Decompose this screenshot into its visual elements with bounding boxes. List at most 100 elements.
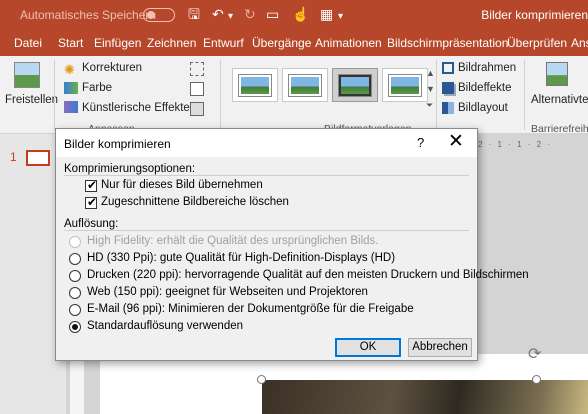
remove-background-icon[interactable] — [14, 62, 40, 88]
tab-uebergaenge[interactable]: Übergänge — [252, 36, 311, 50]
horizontal-ruler: 2 · 1 · 1 · 2 · — [478, 140, 553, 149]
resolution-heading: Auflösung: — [64, 218, 119, 230]
autosave-label: Automatisches Speichern — [20, 8, 157, 22]
delete-cropped-areas-checkbox[interactable]: ✔ Zugeschnittene Bildbereiche löschen — [85, 195, 385, 210]
compress-pictures-dialog: Bilder komprimieren ? ✕ Komprimierungsop… — [55, 128, 529, 361]
resolution-option-high-fidelity[interactable]: High Fidelity: erhält die Qualität des u… — [69, 235, 469, 249]
compress-pictures-icon[interactable] — [190, 62, 204, 76]
picture-style-1[interactable] — [232, 68, 278, 102]
radio-button — [69, 287, 81, 299]
checkbox-box: ✔ — [85, 178, 98, 192]
corrections-icon: ✺ — [64, 62, 75, 77]
radio-label: Standardauflösung verwenden — [87, 320, 244, 332]
picture-style-preview — [289, 75, 321, 96]
close-icon[interactable]: ✕ — [448, 131, 464, 153]
title-bar: Automatisches Speichern 🖫 ↶ ▾ ↻ ▭ ☝ ▦ ▾ … — [0, 0, 588, 30]
radio-label: Drucken (220 ppi): hervorragende Qualitä… — [87, 269, 529, 281]
radio-label: High Fidelity: erhält die Qualität des u… — [87, 235, 379, 247]
selected-picture[interactable] — [262, 380, 588, 414]
touch-mode-icon[interactable]: ☝ — [292, 6, 309, 22]
radio-label: Web (150 ppi): geeignet für Webseiten un… — [87, 286, 368, 298]
resolution-option-print[interactable]: Drucken (220 ppi): hervorragende Qualitä… — [69, 269, 529, 283]
undo-icon[interactable]: ↶ — [212, 6, 224, 22]
gallery-up-icon[interactable]: ▲ — [426, 68, 440, 82]
tab-bildschirmpraesentation[interactable]: Bildschirmpräsentation — [387, 36, 508, 50]
radio-button — [69, 253, 81, 265]
ribbon-divider — [524, 60, 525, 130]
picture-style-preview — [239, 75, 271, 96]
dialog-titlebar: Bilder komprimieren ? ✕ — [56, 129, 477, 157]
ribbon-divider — [220, 60, 221, 130]
checkbox-label: Nur für dieses Bild übernehmen — [101, 179, 263, 191]
tab-einfuegen[interactable]: Einfügen — [94, 36, 141, 50]
tab-animationen[interactable]: Animationen — [315, 36, 382, 50]
color-button[interactable]: Farbe — [82, 82, 112, 94]
radio-selected-dot — [72, 324, 78, 330]
radio-label: HD (330 Ppi): gute Qualität für High-Def… — [87, 252, 396, 264]
autosave-toggle[interactable] — [143, 8, 175, 22]
tab-start[interactable]: Start — [58, 36, 83, 50]
redo-icon[interactable]: ↻ — [244, 6, 256, 22]
reset-picture-icon[interactable] — [190, 102, 204, 116]
radio-label: E-Mail (96 ppi): Minimieren der Dokument… — [87, 303, 414, 315]
change-picture-icon[interactable] — [190, 82, 204, 96]
picture-style-preview — [389, 75, 421, 96]
ribbon-tabs: Datei Start Einfügen Zeichnen Entwurf Üb… — [0, 30, 588, 56]
picture-style-3[interactable] — [332, 68, 378, 102]
picture-layout-button[interactable]: Bildlayout — [458, 102, 508, 114]
check-mark-icon: ✔ — [87, 195, 98, 209]
radio-button — [69, 236, 81, 248]
document-title: Bilder komprimieren — [481, 8, 588, 22]
picture-effects-button[interactable]: Bildeffekte — [458, 82, 512, 94]
resolution-option-hd[interactable]: HD (330 Ppi): gute Qualität für High-Def… — [69, 252, 469, 266]
radio-button — [69, 321, 81, 333]
dialog-title: Bilder komprimieren — [64, 137, 171, 151]
radio-button — [69, 304, 81, 316]
ribbon-divider — [54, 60, 55, 130]
help-button[interactable]: ? — [417, 135, 424, 150]
cancel-button[interactable]: Abbrechen — [408, 338, 472, 357]
resolution-option-web[interactable]: Web (150 ppi): geeignet für Webseiten un… — [69, 286, 469, 300]
picture-style-2[interactable] — [282, 68, 328, 102]
tab-zeichnen[interactable]: Zeichnen — [147, 36, 196, 50]
alt-text-icon[interactable] — [546, 62, 568, 86]
gallery-down-icon[interactable]: ▼ — [426, 84, 440, 98]
tab-ansicht[interactable]: Ansi — [571, 36, 588, 50]
resize-handle[interactable] — [257, 375, 266, 384]
tab-ueberpruefen[interactable]: Überprüfen — [507, 36, 567, 50]
picture-style-preview — [339, 75, 371, 96]
checkbox-label: Zugeschnittene Bildbereiche löschen — [101, 196, 289, 208]
ribbon-divider — [436, 60, 437, 130]
undo-dropdown-icon[interactable]: ▾ — [228, 9, 233, 25]
customize-dropdown-icon[interactable]: ▾ — [338, 9, 343, 25]
slide-thumbnail[interactable] — [26, 150, 50, 166]
resolution-option-default[interactable]: Standardauflösung verwenden — [69, 320, 469, 334]
format-painter-icon[interactable]: ▦ — [320, 6, 333, 22]
compression-options-heading: Komprimierungsoptionen: — [64, 163, 196, 175]
remove-background-button[interactable]: Freistellen — [5, 94, 58, 106]
checkbox-box: ✔ — [85, 195, 98, 209]
radio-button — [69, 270, 81, 282]
tab-entwurf[interactable]: Entwurf — [203, 36, 244, 50]
picture-effects-icon — [442, 82, 454, 94]
gallery-more-icon[interactable]: ⏷ — [426, 100, 440, 114]
artistic-effects-button[interactable]: Künstlerische Effekte — [82, 102, 190, 114]
resize-handle[interactable] — [532, 375, 541, 384]
section-divider — [64, 175, 469, 176]
picture-border-button[interactable]: Bildrahmen — [458, 62, 516, 74]
only-this-picture-checkbox[interactable]: ✔ Nur für dieses Bild übernehmen — [85, 178, 385, 193]
picture-border-icon — [442, 62, 454, 74]
rotate-handle-icon[interactable]: ⟳ — [528, 344, 541, 364]
section-divider — [64, 230, 469, 231]
alt-text-button[interactable]: Alternativtex — [531, 94, 588, 106]
save-icon[interactable]: 🖫 — [188, 6, 200, 22]
picture-style-4[interactable] — [382, 68, 428, 102]
resolution-option-email[interactable]: E-Mail (96 ppi): Minimieren der Dokument… — [69, 303, 469, 317]
present-icon[interactable]: ▭ — [266, 6, 279, 22]
color-icon — [64, 82, 78, 94]
ok-button[interactable]: OK — [335, 338, 401, 357]
picture-layout-icon — [442, 102, 454, 114]
corrections-button[interactable]: Korrekturen — [82, 62, 142, 74]
tab-datei[interactable]: Datei — [14, 36, 42, 50]
check-mark-icon: ✔ — [87, 178, 98, 192]
